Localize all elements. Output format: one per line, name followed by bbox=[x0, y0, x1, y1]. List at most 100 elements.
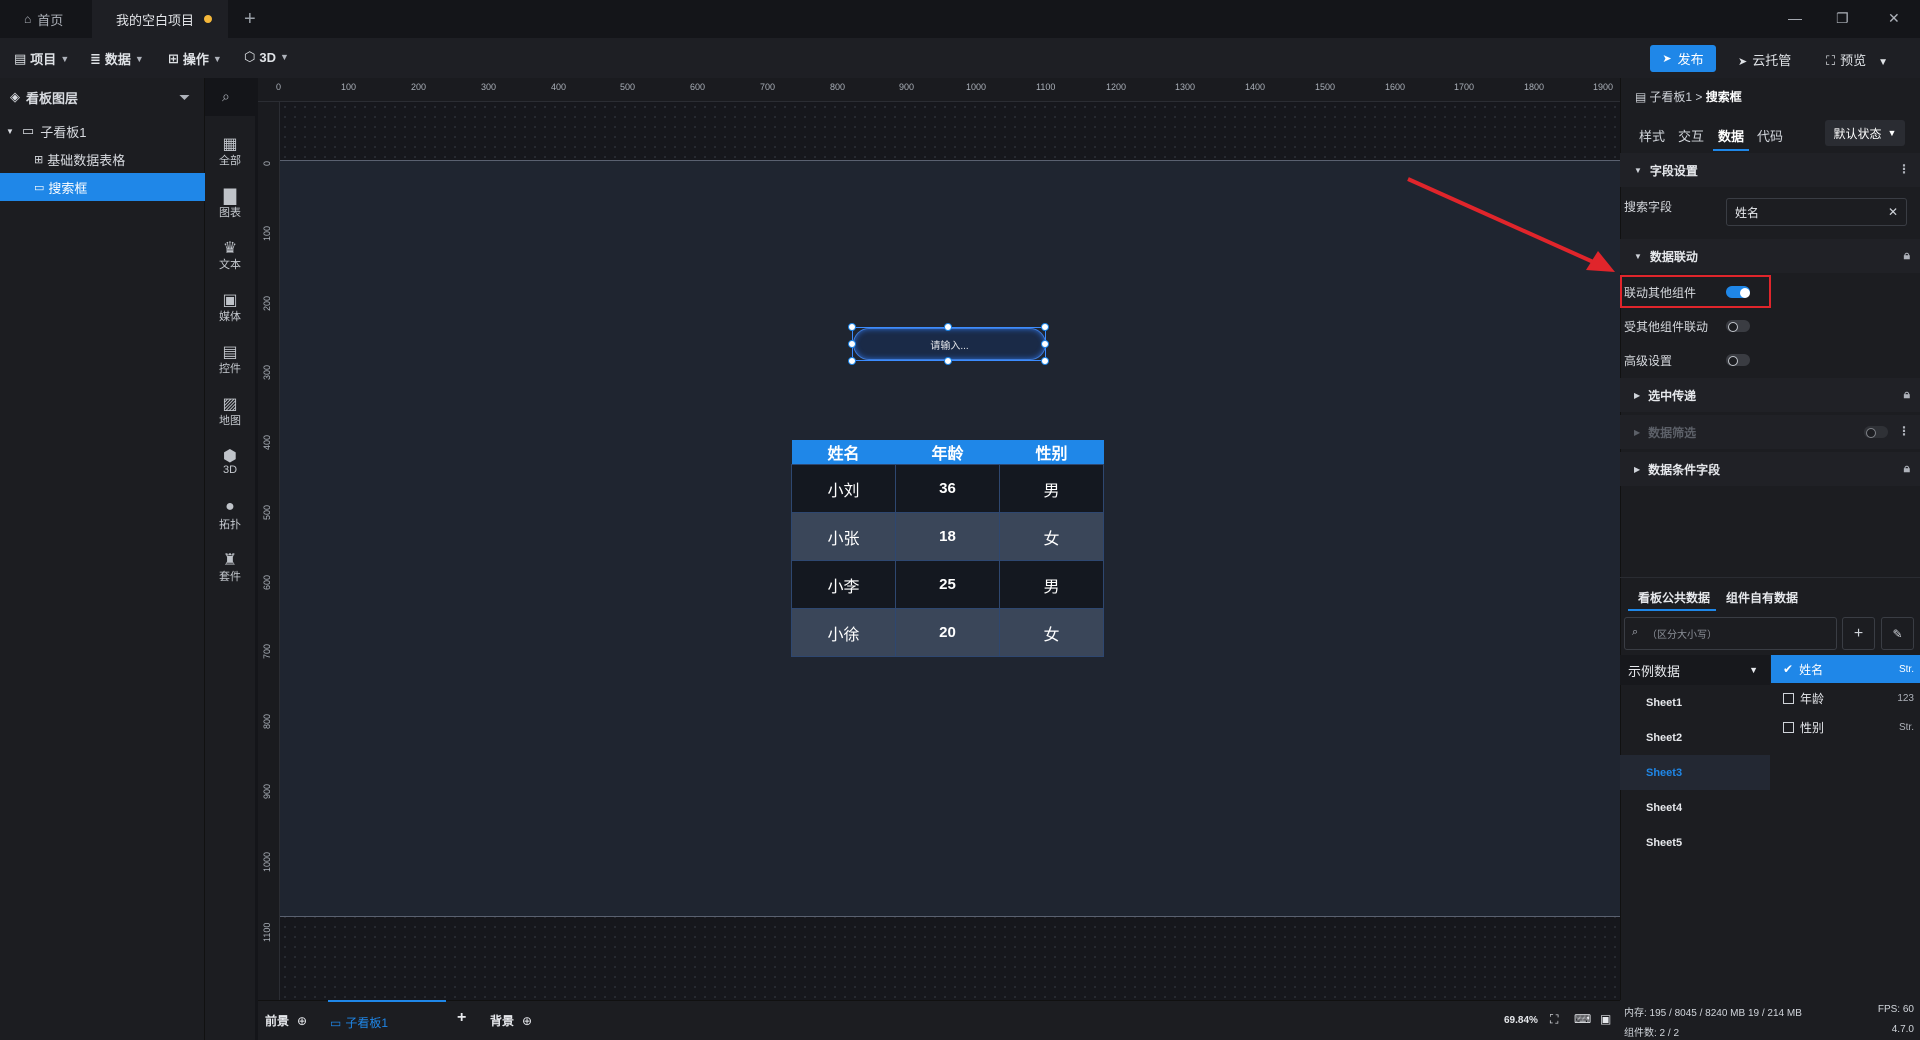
fit-screen-icon[interactable]: ⛶ bbox=[1550, 1012, 1558, 1027]
minimize-button[interactable]: — bbox=[1788, 10, 1802, 26]
sheet-item[interactable]: Sheet2 bbox=[1620, 720, 1770, 755]
data-search-placeholder: （区分大小写） bbox=[1647, 630, 1717, 641]
add-board-button[interactable]: + bbox=[457, 1009, 466, 1027]
tab-board-public-data[interactable]: 看板公共数据 bbox=[1638, 589, 1710, 606]
component-text[interactable]: ♛ 文本 bbox=[205, 238, 255, 272]
column-row[interactable]: ✔ 姓名 Str. bbox=[1771, 655, 1920, 683]
component-3d[interactable]: ⬢ 3D bbox=[205, 446, 255, 476]
table-cell: 小刘 bbox=[791, 464, 896, 513]
data-search-input[interactable]: ⌕ （区分大小写） bbox=[1624, 617, 1837, 650]
lock-icon[interactable]: 🔒︎ bbox=[1904, 387, 1910, 402]
section-selected-pass[interactable]: ▶ 选中传递 🔒︎ bbox=[1620, 378, 1920, 412]
checkbox-icon[interactable] bbox=[1783, 692, 1794, 704]
section-condition-fields-title: 数据条件字段 bbox=[1648, 462, 1721, 477]
breadcrumb-parent[interactable]: 子看板1 bbox=[1649, 90, 1692, 104]
lock-icon[interactable]: 🔒︎ bbox=[1904, 461, 1910, 476]
add-data-button[interactable]: + bbox=[1842, 617, 1875, 650]
section-condition-fields[interactable]: ▶ 数据条件字段 🔒︎ bbox=[1620, 452, 1920, 486]
tab-interaction[interactable]: 交互 bbox=[1678, 126, 1704, 145]
ruler-label: 1100 bbox=[1036, 82, 1056, 92]
resize-handle[interactable] bbox=[944, 357, 952, 365]
linked-by-others-toggle[interactable] bbox=[1726, 320, 1750, 332]
tree-board[interactable]: ▼ ▭ 子看板1 bbox=[0, 117, 205, 145]
data-filter-toggle[interactable] bbox=[1864, 426, 1888, 438]
section-data-linkage[interactable]: ▼ 数据联动 🔒︎ bbox=[1620, 239, 1920, 273]
selection-frame[interactable] bbox=[852, 327, 1046, 361]
component-kit[interactable]: ♜ 套件 bbox=[205, 550, 255, 584]
more-icon[interactable]: ⋮ bbox=[1898, 424, 1910, 438]
resize-handle[interactable] bbox=[1041, 340, 1049, 348]
clear-icon[interactable]: ✕ bbox=[1888, 205, 1898, 219]
more-icon[interactable]: ⋮ bbox=[1898, 162, 1910, 176]
board-tab-active[interactable]: ▭ 子看板1 bbox=[328, 1000, 446, 1031]
tab-component-own-data[interactable]: 组件自有数据 bbox=[1726, 589, 1798, 606]
table-header-row: 姓名 年龄 性别 bbox=[791, 440, 1104, 465]
add-circle-icon[interactable]: ⊕ bbox=[522, 1014, 532, 1028]
tab-home[interactable]: ⌂ 首页 bbox=[0, 0, 92, 38]
close-button[interactable]: ✕ bbox=[1888, 10, 1900, 27]
menu-operate[interactable]: ⊞ 操作 ▼ bbox=[168, 49, 222, 68]
data-table-component[interactable]: 姓名 年龄 性别 小刘 36 男 小张 18 女 小李 25 男 小徐 20 女 bbox=[791, 440, 1104, 657]
table-row[interactable]: 小徐 20 女 bbox=[791, 608, 1104, 657]
cloud-host-button[interactable]: ➤ 云托管 bbox=[1738, 50, 1791, 69]
resize-handle[interactable] bbox=[848, 340, 856, 348]
ruler-label: 800 bbox=[262, 713, 272, 729]
tab-home-label: 首页 bbox=[37, 12, 64, 28]
restore-button[interactable]: ❐ bbox=[1836, 10, 1849, 27]
resize-handle[interactable] bbox=[1041, 323, 1049, 331]
search-icon[interactable]: ⌕ bbox=[222, 88, 230, 105]
tree-item-search[interactable]: ▭ 搜索框 bbox=[0, 173, 205, 201]
section-data-filter[interactable]: ▶ 数据筛选 ⋮ bbox=[1620, 415, 1920, 449]
publish-button[interactable]: ➤ 发布 bbox=[1650, 45, 1716, 72]
tab-code[interactable]: 代码 bbox=[1757, 126, 1783, 145]
tab-data[interactable]: 数据 bbox=[1718, 126, 1744, 145]
lock-icon[interactable]: 🔒︎ bbox=[1904, 248, 1910, 263]
tab-style[interactable]: 样式 bbox=[1639, 126, 1665, 145]
component-all[interactable]: ▦ 全部 bbox=[205, 134, 255, 168]
checkbox-icon[interactable] bbox=[1783, 721, 1794, 733]
terminal-icon[interactable]: ▣ bbox=[1600, 1012, 1611, 1026]
menu-project[interactable]: ▤ 项目 ▼ bbox=[14, 49, 69, 68]
resize-handle[interactable] bbox=[944, 323, 952, 331]
table-row[interactable]: 小李 25 男 bbox=[791, 560, 1104, 609]
resize-handle[interactable] bbox=[848, 357, 856, 365]
section-selected-pass-title: 选中传递 bbox=[1648, 388, 1697, 403]
component-control[interactable]: ▤ 控件 bbox=[205, 342, 255, 376]
component-map[interactable]: ▨ 地图 bbox=[205, 394, 255, 428]
tab-project[interactable]: 我的空白项目 bbox=[92, 0, 228, 38]
column-row[interactable]: 年龄 123 bbox=[1771, 684, 1920, 712]
table-row[interactable]: 小刘 36 男 bbox=[791, 464, 1104, 513]
component-media-label: 媒体 bbox=[219, 311, 241, 323]
add-circle-icon[interactable]: ⊕ bbox=[297, 1014, 307, 1028]
ruler-top[interactable]: 0 100 200 300 400 500 600 700 800 900 10… bbox=[258, 78, 1620, 102]
foreground-tab[interactable]: 前景 ⊕ bbox=[265, 1012, 307, 1029]
sheet-item[interactable]: Sheet1 bbox=[1620, 685, 1770, 720]
component-topology[interactable]: ● 拓扑 bbox=[205, 498, 255, 532]
section-field-settings[interactable]: ▼ 字段设置 ⋮ bbox=[1620, 153, 1920, 187]
ruler-left[interactable]: 0 100 200 300 400 500 600 700 800 900 10… bbox=[258, 102, 280, 1000]
column-row[interactable]: 性别 Str. bbox=[1771, 713, 1920, 741]
keyboard-icon[interactable]: ⌨ bbox=[1574, 1012, 1591, 1026]
menu-3d[interactable]: ⬡ 3D ▼ bbox=[244, 49, 289, 65]
zoom-level[interactable]: 69.84% bbox=[1504, 1015, 1538, 1026]
edit-data-button[interactable]: ✎ bbox=[1881, 617, 1914, 650]
table-row[interactable]: 小张 18 女 bbox=[791, 512, 1104, 561]
search-field-select[interactable]: 姓名 ✕ bbox=[1726, 198, 1907, 226]
new-tab-button[interactable]: + bbox=[244, 8, 256, 31]
advanced-toggle[interactable] bbox=[1726, 354, 1750, 366]
resize-handle[interactable] bbox=[1041, 357, 1049, 365]
dataset-dropdown[interactable]: 示例数据 ▼ bbox=[1620, 655, 1770, 685]
component-bar: ▦ 全部 ▇ 图表 ♛ 文本 ▣ 媒体 ▤ 控件 ▨ 地图 ⬢ 3D ● 拓扑 ♜ 套件 bbox=[205, 116, 255, 1040]
component-media[interactable]: ▣ 媒体 bbox=[205, 290, 255, 324]
tree-item-table[interactable]: ⊞ 基础数据表格 bbox=[0, 145, 205, 173]
sheet-item[interactable]: Sheet5 bbox=[1620, 825, 1770, 860]
filter-icon[interactable]: ⏷ bbox=[179, 89, 190, 106]
component-chart[interactable]: ▇ 图表 bbox=[205, 186, 255, 220]
state-dropdown[interactable]: 默认状态 ▼ bbox=[1825, 120, 1905, 146]
preview-button[interactable]: ⛶ 预览 ▼ bbox=[1826, 50, 1888, 69]
sheet-item[interactable]: Sheet4 bbox=[1620, 790, 1770, 825]
background-tab[interactable]: 背景 ⊕ bbox=[490, 1012, 532, 1029]
menu-data[interactable]: ≣ 数据 ▼ bbox=[90, 49, 144, 68]
resize-handle[interactable] bbox=[848, 323, 856, 331]
sheet-item-active[interactable]: Sheet3 bbox=[1620, 755, 1770, 790]
